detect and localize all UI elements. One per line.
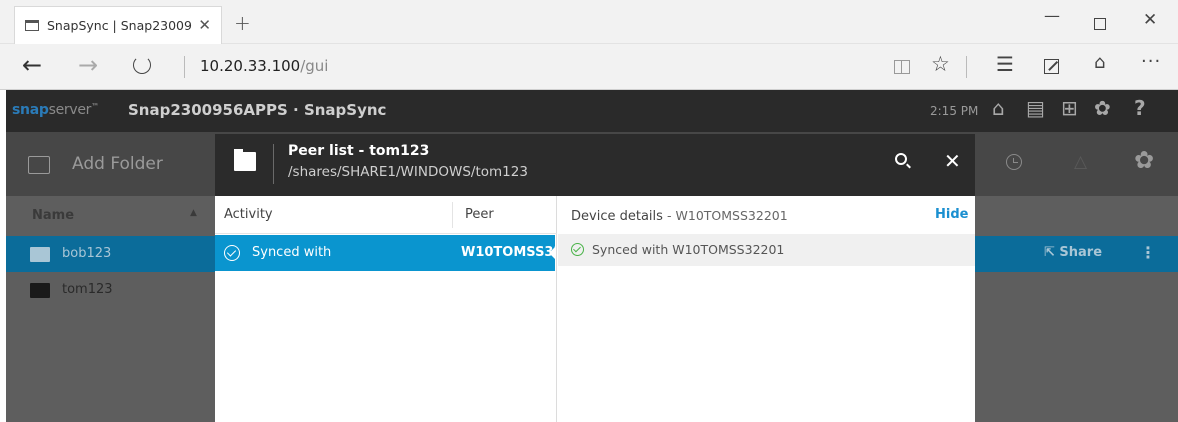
header-divider: [273, 144, 274, 184]
dialog-path: /shares/SHARE1/WINDOWS/tom123: [288, 164, 528, 180]
device-detail-row: Synced with W10TOMSS32201: [558, 234, 975, 266]
brand-snap: snap: [12, 102, 49, 118]
close-icon[interactable]: ✕: [944, 151, 961, 171]
column-name[interactable]: Name: [32, 208, 74, 223]
browser-tab[interactable]: SnapSync | Snap2300956APPS ✕: [14, 6, 222, 44]
search-icon[interactable]: [895, 153, 907, 165]
brand-tm: ™: [91, 102, 99, 111]
window-close-button[interactable]: ✕: [1143, 12, 1157, 29]
peer-name: W10TOMSS32201: [461, 245, 555, 260]
activity-list-header: Activity Peer: [215, 196, 557, 234]
address-divider: [184, 56, 185, 78]
back-button[interactable]: ←: [22, 53, 42, 77]
device-details-label: Device details - W10TOMSS32201: [571, 208, 788, 224]
sort-arrow-icon[interactable]: ▲: [190, 208, 197, 218]
new-tab-button[interactable]: +: [234, 13, 251, 33]
hub-icon[interactable]: ☰: [996, 54, 1014, 74]
folder-name: tom123: [62, 282, 113, 297]
brand-server: server: [48, 102, 92, 118]
column-peer[interactable]: Peer: [465, 207, 494, 222]
add-folder-icon[interactable]: [28, 156, 50, 174]
window-maximize-button[interactable]: [1094, 18, 1106, 30]
clock-icon[interactable]: [1006, 154, 1022, 170]
more-options-icon[interactable]: ⋮: [1140, 243, 1156, 262]
add-folder-button[interactable]: Add Folder: [72, 154, 163, 174]
activity-row[interactable]: Synced with W10TOMSS32201: [215, 235, 555, 271]
favorite-star-icon[interactable]: ☆: [931, 54, 950, 75]
gear-icon[interactable]: ✿: [1134, 148, 1154, 172]
url-field[interactable]: 10.20.33.100/gui: [200, 57, 328, 75]
forward-button[interactable]: →: [78, 53, 98, 77]
column-activity[interactable]: Activity: [224, 207, 273, 222]
folder-icon: [30, 247, 50, 262]
selection-pointer: [549, 247, 555, 259]
url-path: /gui: [300, 57, 329, 75]
home-icon[interactable]: ⌂: [992, 98, 1005, 118]
peer-list-dialog-body: Activity Peer Synced with W10TOMSS32201 …: [215, 196, 975, 422]
device-details-device: - W10TOMSS32201: [667, 208, 788, 223]
check-circle-icon: [224, 245, 240, 261]
clock-time: 2:15 PM: [930, 104, 979, 118]
check-circle-icon: [571, 243, 584, 256]
app-title: Snap2300956APPS · SnapSync: [128, 101, 387, 119]
device-detail-text: Synced with W10TOMSS32201: [592, 242, 785, 257]
tab-title: SnapSync | Snap2300956APPS: [47, 18, 192, 33]
app-header: snapserver™ Snap2300956APPS · SnapSync 2…: [6, 90, 1178, 132]
web-note-icon[interactable]: [1044, 59, 1059, 74]
tab-close-icon[interactable]: ✕: [198, 18, 211, 33]
files-icon[interactable]: ▤: [1026, 98, 1045, 118]
browser-address-bar: ← → 10.20.33.100/gui ☆ ☰ ⌂ ···: [0, 44, 1178, 90]
column-divider: [452, 202, 453, 228]
device-details-title: Device details: [571, 209, 663, 224]
brand-logo[interactable]: snapserver™: [12, 102, 99, 118]
peer-list-dialog-header: Peer list - tom123 /shares/SHARE1/WINDOW…: [215, 134, 975, 196]
folder-icon: [234, 149, 256, 171]
share-button[interactable]: ⇱ Share: [1044, 245, 1102, 260]
window-minimize-button[interactable]: —: [1044, 8, 1060, 24]
device-details-header: Device details - W10TOMSS32201 Hide: [558, 196, 975, 234]
share-icon[interactable]: ⌂: [1094, 54, 1105, 72]
device-details-pane: Device details - W10TOMSS32201 Hide Sync…: [558, 196, 975, 422]
folder-icon: [30, 283, 50, 298]
folder-name: bob123: [62, 246, 112, 261]
settings-icon[interactable]: ✿: [1094, 98, 1111, 118]
reading-view-icon[interactable]: [894, 60, 910, 74]
network-icon[interactable]: ⊞: [1061, 98, 1078, 118]
toolbar-divider: [966, 56, 967, 78]
activity-text: Synced with: [252, 245, 332, 260]
more-icon[interactable]: ···: [1141, 53, 1161, 71]
page-icon: [25, 20, 39, 31]
url-host: 10.20.33.100: [200, 57, 301, 75]
help-icon[interactable]: ?: [1134, 98, 1146, 118]
refresh-icon[interactable]: [133, 56, 151, 74]
browser-tab-bar: SnapSync | Snap2300956APPS ✕ + — ✕: [0, 0, 1178, 44]
activity-list: Activity Peer Synced with W10TOMSS32201: [215, 196, 557, 422]
hide-link[interactable]: Hide: [935, 207, 968, 222]
dialog-title: Peer list - tom123: [288, 143, 430, 159]
bell-icon[interactable]: △: [1074, 152, 1087, 172]
